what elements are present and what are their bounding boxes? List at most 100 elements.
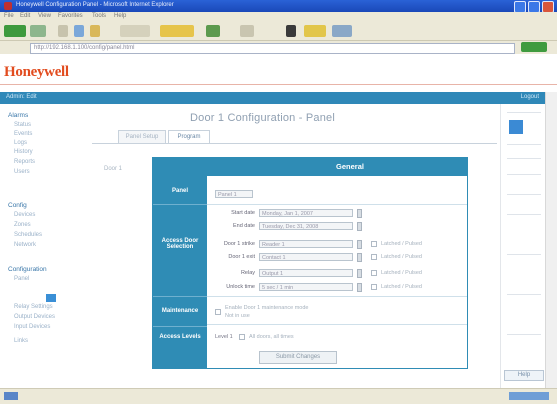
sidebar-heading-configuration[interactable]: Configuration — [8, 266, 47, 273]
sidebar-selected-marker — [46, 294, 56, 302]
maintenance-note: Not in use — [225, 313, 250, 319]
door-exit-field[interactable]: Contact 1 — [259, 253, 353, 261]
search-icon[interactable] — [120, 25, 150, 37]
access-level-label: Level 1 — [215, 334, 233, 340]
calendar-icon[interactable] — [357, 209, 362, 218]
sidebar-item[interactable]: Status — [14, 122, 31, 128]
field-label: Door 1 strike — [223, 241, 255, 247]
sidebar-item[interactable]: Links — [14, 338, 28, 344]
sidebar-item[interactable]: Reports — [14, 159, 35, 165]
sidebar-heading-alarms[interactable]: Alarms — [8, 112, 28, 119]
home-icon[interactable] — [90, 25, 100, 37]
config-dialog: General Panel Access Door Selection Main… — [152, 157, 468, 369]
sidebar-item[interactable]: Schedules — [14, 232, 42, 238]
sidebar-item[interactable]: Logs — [14, 140, 27, 146]
sidebar-item[interactable]: Zones — [14, 222, 31, 228]
sidebar-item[interactable]: Events — [14, 131, 32, 137]
access-level-text: All doors, all times — [249, 334, 294, 340]
option-label: Latched / Pulsed — [381, 270, 422, 276]
start-date-field[interactable]: Monday, Jan 1, 2007 — [259, 209, 353, 217]
unlock-time-field[interactable]: 5 sec / 1 min — [259, 283, 353, 291]
help-button[interactable]: Help — [504, 370, 544, 381]
sidebar-item[interactable]: Relay Settings — [14, 304, 53, 310]
dialog-title: General — [153, 158, 467, 176]
submit-changes-button[interactable]: Submit Changes — [259, 351, 337, 364]
dialog-section-column: Panel Access Door Selection Maintenance … — [153, 176, 207, 368]
panel-select[interactable]: Panel 1 — [215, 190, 253, 198]
top-nav-bar: Admin: Edit Logout — [0, 92, 545, 104]
end-date-field[interactable]: Tuesday, Dec 31, 2008 — [259, 222, 353, 230]
dropdown-icon[interactable] — [357, 269, 362, 278]
door-label: Door 1 — [104, 166, 123, 172]
refresh-icon[interactable] — [74, 25, 84, 37]
menu-favorites[interactable]: Favorites — [58, 13, 83, 19]
dropdown-icon[interactable] — [357, 240, 362, 249]
tab-divider — [92, 143, 497, 144]
field-label: Unlock time — [226, 284, 255, 290]
back-icon[interactable] — [4, 25, 26, 37]
dropdown-icon[interactable] — [357, 283, 362, 292]
print-icon[interactable] — [286, 25, 296, 37]
window-title: Honeywell Configuration Panel - Microsof… — [16, 2, 174, 8]
section-label-maintenance: Maintenance — [161, 308, 199, 314]
brand-logo: Honeywell — [4, 64, 69, 80]
address-input[interactable]: http://192.168.1.100/config/panel.html — [30, 43, 515, 54]
browser-toolbar — [0, 22, 557, 41]
stop-icon[interactable] — [58, 25, 68, 37]
calendar-icon[interactable] — [357, 222, 362, 231]
sidebar-item[interactable]: Input Devices — [14, 324, 50, 330]
sidebar-heading-config[interactable]: Config — [8, 202, 27, 209]
option-checkbox[interactable] — [371, 270, 377, 276]
history-icon[interactable] — [206, 25, 220, 37]
menu-bar: File Edit View Favorites Tools Help — [0, 12, 557, 22]
option-checkbox[interactable] — [371, 284, 377, 290]
option-label: Latched / Pulsed — [381, 284, 422, 290]
sidebar-item[interactable]: Output Devices — [14, 314, 55, 320]
option-checkbox[interactable] — [371, 241, 377, 247]
browser-icon — [4, 2, 12, 10]
section-label-panel: Panel — [171, 188, 188, 194]
sidebar-item[interactable]: Panel — [14, 276, 29, 282]
menu-view[interactable]: View — [38, 13, 51, 19]
sidebar-item[interactable]: Network — [14, 242, 36, 248]
browser-status-bar — [0, 388, 557, 404]
left-sidebar: Alarms Status Events Logs History Report… — [0, 104, 88, 388]
door-strike-field[interactable]: Reader 1 — [259, 240, 353, 248]
maintenance-checkbox[interactable] — [215, 309, 221, 315]
field-label: Door 1 exit — [228, 254, 255, 260]
tab-program[interactable]: Program — [168, 130, 210, 143]
menu-file[interactable]: File — [4, 13, 14, 19]
sidebar-item[interactable]: History — [14, 149, 33, 155]
section-label-access-levels: Access Levels — [159, 334, 201, 340]
field-label: Relay — [240, 270, 255, 276]
menu-edit[interactable]: Edit — [20, 13, 30, 19]
logout-link[interactable]: Logout — [521, 94, 539, 100]
favorites-icon[interactable] — [160, 25, 194, 37]
dropdown-icon[interactable] — [357, 253, 362, 262]
address-bar: http://192.168.1.100/config/panel.html — [0, 41, 557, 54]
forward-icon[interactable] — [30, 25, 46, 37]
window-titlebar: Honeywell Configuration Panel - Microsof… — [0, 0, 557, 13]
field-label: Start date — [231, 210, 255, 216]
menu-tools[interactable]: Tools — [92, 13, 106, 19]
option-label: Latched / Pulsed — [381, 241, 422, 247]
vertical-scrollbar[interactable] — [545, 92, 557, 388]
mail-icon[interactable] — [240, 25, 254, 37]
internet-zone-icon — [509, 392, 549, 400]
sidebar-item[interactable]: Users — [14, 169, 30, 175]
menu-help[interactable]: Help — [114, 13, 126, 19]
field-label: End date — [232, 223, 255, 229]
relay-field[interactable]: Output 1 — [259, 269, 353, 277]
edit-icon[interactable] — [304, 25, 326, 37]
tab-panel-setup[interactable]: Panel Setup — [118, 130, 166, 143]
option-checkbox[interactable] — [371, 254, 377, 260]
nav-user-label: Admin: Edit — [6, 94, 37, 100]
header-divider — [0, 84, 557, 85]
sidebar-item[interactable]: Devices — [14, 212, 35, 218]
help-icon[interactable] — [509, 120, 523, 134]
page-title: Door 1 Configuration - Panel — [190, 112, 336, 124]
access-level-checkbox[interactable] — [239, 334, 245, 340]
go-button[interactable] — [521, 42, 547, 52]
discuss-icon[interactable] — [332, 25, 352, 37]
right-panel: Help — [500, 104, 546, 388]
